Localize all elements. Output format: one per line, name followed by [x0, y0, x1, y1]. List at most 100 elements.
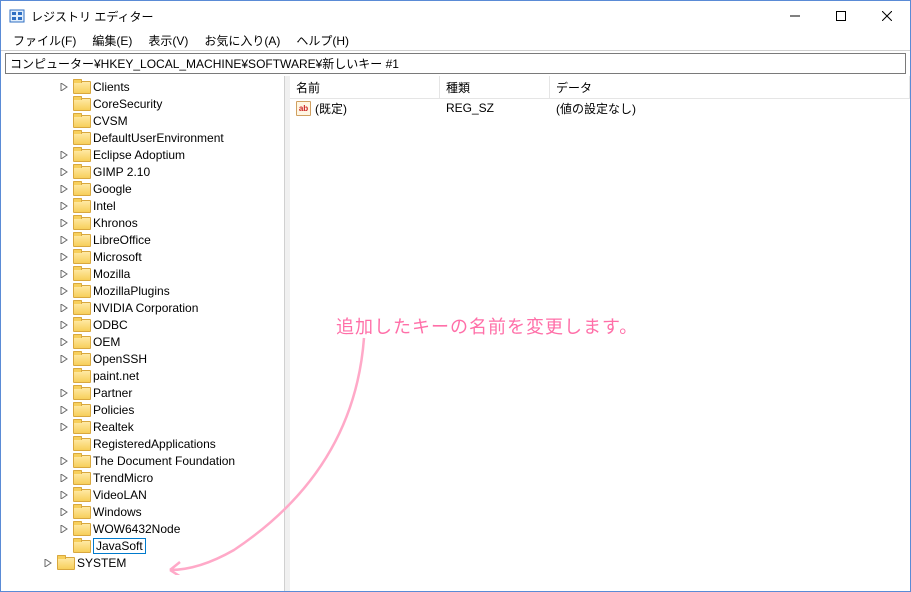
- tree-item-label: Google: [93, 182, 132, 196]
- tree-item[interactable]: DefaultUserEnvironment: [3, 129, 284, 146]
- expand-icon[interactable]: [57, 216, 71, 230]
- tree-item[interactable]: The Document Foundation: [3, 452, 284, 469]
- folder-icon: [57, 556, 73, 570]
- tree-item[interactable]: Google: [3, 180, 284, 197]
- expand-icon[interactable]: [57, 301, 71, 315]
- titlebar: レジストリ エディター: [1, 1, 910, 31]
- expand-icon[interactable]: [57, 165, 71, 179]
- tree-item-label: CoreSecurity: [93, 97, 162, 111]
- tree-item[interactable]: Clients: [3, 78, 284, 95]
- tree-item-label: Partner: [93, 386, 132, 400]
- values-list[interactable]: ab(既定)REG_SZ(値の設定なし): [290, 99, 910, 591]
- expand-icon[interactable]: [57, 386, 71, 400]
- col-name[interactable]: 名前: [290, 76, 440, 98]
- menu-favorites[interactable]: お気に入り(A): [196, 31, 288, 50]
- tree-item[interactable]: CVSM: [3, 112, 284, 129]
- expand-icon[interactable]: [57, 335, 71, 349]
- tree-item[interactable]: Mozilla: [3, 265, 284, 282]
- expand-icon[interactable]: [57, 250, 71, 264]
- folder-icon: [73, 318, 89, 332]
- value-name: (既定): [315, 100, 347, 117]
- expand-icon[interactable]: [57, 403, 71, 417]
- tree-item[interactable]: WOW6432Node: [3, 520, 284, 537]
- tree-item[interactable]: OEM: [3, 333, 284, 350]
- address-bar[interactable]: コンピューター¥HKEY_LOCAL_MACHINE¥SOFTWARE¥新しいキ…: [5, 53, 906, 74]
- expand-icon-placeholder: [57, 97, 71, 111]
- tree-item[interactable]: MozillaPlugins: [3, 282, 284, 299]
- folder-icon: [73, 403, 89, 417]
- values-header: 名前 種類 データ: [290, 76, 910, 99]
- tree-item[interactable]: Partner: [3, 384, 284, 401]
- tree-item[interactable]: CoreSecurity: [3, 95, 284, 112]
- tree-item[interactable]: SYSTEM: [3, 554, 284, 571]
- tree-item[interactable]: Intel: [3, 197, 284, 214]
- tree-item[interactable]: Khronos: [3, 214, 284, 231]
- tree-item[interactable]: JavaSoft: [3, 537, 284, 554]
- expand-icon[interactable]: [57, 318, 71, 332]
- menu-edit[interactable]: 編集(E): [84, 31, 140, 50]
- tree-item-label: Khronos: [93, 216, 138, 230]
- expand-icon[interactable]: [57, 471, 71, 485]
- expand-icon[interactable]: [57, 233, 71, 247]
- tree-item[interactable]: paint.net: [3, 367, 284, 384]
- address-text: コンピューター¥HKEY_LOCAL_MACHINE¥SOFTWARE¥新しいキ…: [10, 55, 399, 72]
- tree-item[interactable]: ODBC: [3, 316, 284, 333]
- tree-item-label: NVIDIA Corporation: [93, 301, 198, 315]
- expand-icon[interactable]: [41, 556, 55, 570]
- tree-item[interactable]: Eclipse Adoptium: [3, 146, 284, 163]
- expand-icon[interactable]: [57, 352, 71, 366]
- body: Clients CoreSecurityCVSM DefaultUserEnviro…: [1, 76, 910, 591]
- folder-icon: [73, 284, 89, 298]
- folder-icon: [73, 233, 89, 247]
- tree-item-label: DefaultUserEnvironment: [93, 131, 224, 145]
- minimize-button[interactable]: [772, 1, 818, 31]
- folder-icon: [73, 165, 89, 179]
- col-data[interactable]: データ: [550, 76, 910, 98]
- folder-icon: [73, 539, 89, 553]
- folder-icon: [73, 216, 89, 230]
- folder-icon: [73, 97, 89, 111]
- expand-icon[interactable]: [57, 522, 71, 536]
- menu-help[interactable]: ヘルプ(H): [288, 31, 357, 50]
- expand-icon[interactable]: [57, 454, 71, 468]
- tree-item[interactable]: TrendMicro: [3, 469, 284, 486]
- menu-file[interactable]: ファイル(F): [5, 31, 84, 50]
- expand-icon[interactable]: [57, 488, 71, 502]
- folder-icon: [73, 522, 89, 536]
- expand-icon[interactable]: [57, 420, 71, 434]
- expand-icon[interactable]: [57, 182, 71, 196]
- tree-item[interactable]: GIMP 2.10: [3, 163, 284, 180]
- tree-item-label: The Document Foundation: [93, 454, 235, 468]
- expand-icon[interactable]: [57, 80, 71, 94]
- tree-item[interactable]: NVIDIA Corporation: [3, 299, 284, 316]
- col-type[interactable]: 種類: [440, 76, 550, 98]
- expand-icon[interactable]: [57, 505, 71, 519]
- tree-item[interactable]: Windows: [3, 503, 284, 520]
- folder-icon: [73, 454, 89, 468]
- menu-view[interactable]: 表示(V): [140, 31, 196, 50]
- tree-item-label: Clients: [93, 80, 130, 94]
- expand-icon[interactable]: [57, 267, 71, 281]
- folder-icon: [73, 148, 89, 162]
- folder-icon: [73, 182, 89, 196]
- expand-icon[interactable]: [57, 199, 71, 213]
- tree-item[interactable]: Policies: [3, 401, 284, 418]
- registry-editor-window: レジストリ エディター ファイル(F) 編集(E) 表示(V) お気に入り(A)…: [0, 0, 911, 592]
- tree-item[interactable]: VideoLAN: [3, 486, 284, 503]
- maximize-button[interactable]: [818, 1, 864, 31]
- tree-item[interactable]: OpenSSH: [3, 350, 284, 367]
- registry-tree: Clients CoreSecurityCVSM DefaultUserEnviro…: [1, 76, 284, 573]
- close-button[interactable]: [864, 1, 910, 31]
- value-row[interactable]: ab(既定)REG_SZ(値の設定なし): [290, 99, 910, 117]
- tree-item-label: RegisteredApplications: [93, 437, 216, 451]
- tree-item-label[interactable]: JavaSoft: [93, 538, 146, 554]
- value-type-cell: REG_SZ: [440, 100, 550, 116]
- tree-item[interactable]: LibreOffice: [3, 231, 284, 248]
- tree-item-label: Windows: [93, 505, 142, 519]
- expand-icon[interactable]: [57, 284, 71, 298]
- tree-pane[interactable]: Clients CoreSecurityCVSM DefaultUserEnviro…: [1, 76, 285, 591]
- expand-icon[interactable]: [57, 148, 71, 162]
- tree-item[interactable]: RegisteredApplications: [3, 435, 284, 452]
- tree-item[interactable]: Microsoft: [3, 248, 284, 265]
- tree-item[interactable]: Realtek: [3, 418, 284, 435]
